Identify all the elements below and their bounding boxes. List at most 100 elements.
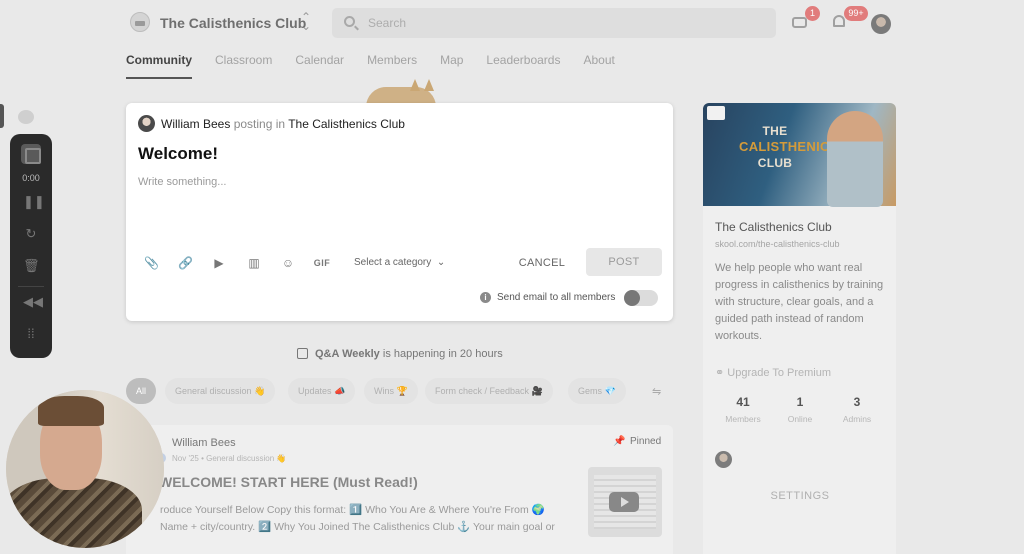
pinned-label: Pinned [630,436,662,447]
target-club: The Calisthenics Club [288,117,405,131]
post-composer: William Bees posting in The Calisthenics… [126,103,673,321]
top-bar: The Calisthenics Club ⌃⌄ 1 99+ [0,0,1024,46]
post-title-input[interactable] [138,144,638,164]
post-meta: Nov '25 • General discussion 👋 [172,454,287,463]
restart-icon[interactable]: ↻ [23,226,39,242]
event-banner[interactable]: Q&A Weekly is happening in 20 hours [315,348,503,360]
toolbar-divider [18,286,44,287]
banner-athlete-image [827,111,883,207]
club-description: We help people who want real progress in… [715,262,884,342]
play-icon [609,492,639,512]
trash-icon[interactable]: 🗑 [23,258,40,274]
webcam-bubble[interactable] [6,390,164,548]
youtube-icon[interactable]: ▶ [212,256,226,270]
banner-title: THE CALISTHENICS CLUB [739,123,839,171]
category-select[interactable]: Select a category ⌄ [354,257,445,268]
info-icon: i [480,292,491,303]
chevron-up-down-icon[interactable]: ⌃ ⌄ [301,11,311,32]
filter-chip-wins[interactable]: Wins 🏆 [364,378,418,404]
cat-ear [410,79,420,91]
video-thumbnail[interactable] [588,467,662,537]
search-input[interactable] [368,8,758,38]
recorder-logo-icon [18,110,34,124]
banner-line: THE [762,124,788,138]
author-name: William Bees [161,117,231,131]
search-icon [344,16,355,27]
pinned-post-card[interactable]: William Bees Nov '25 • General discussio… [126,425,673,554]
tab-members[interactable]: Members [367,53,417,79]
banner-line: CALISTHENICS [739,139,839,154]
author-avatar [138,115,155,132]
recording-timer: 0:00 [22,173,40,183]
emoji-icon[interactable]: ☺ [281,256,295,270]
stat-online[interactable]: 1 Online [772,395,828,424]
chat-badge: 1 [805,6,820,21]
tab-leaderboards[interactable]: Leaderboards [486,53,560,79]
posting-in-text: posting in [233,117,286,131]
post-excerpt: roduce Yourself Below Copy this format: … [160,504,555,533]
post-title[interactable]: WELCOME! START HERE (Must Read!) [159,474,418,490]
club-url[interactable]: skool.com/the-calisthenics-club [715,239,840,249]
club-logo-icon[interactable] [130,12,150,32]
category-select-label: Select a category [354,257,432,268]
club-name[interactable]: The Calisthenics Club [160,15,306,31]
webcam-person-hair [38,396,104,426]
tab-community[interactable]: Community [126,53,192,79]
filter-settings-icon[interactable]: ⇋ [652,385,661,398]
stat-label: Members [725,414,761,424]
send-email-toggle[interactable] [624,290,658,306]
notifications-badge: 99+ [844,6,868,21]
send-email-label: Send email to all members [497,292,616,303]
tab-calendar[interactable]: Calendar [295,53,344,79]
event-time: is happening in 20 hours [382,348,503,360]
attachment-icon[interactable]: 📎 [144,256,159,270]
cat-ear [424,79,434,91]
tab-about[interactable]: About [583,53,614,79]
event-name[interactable]: Q&A Weekly [315,348,380,360]
stat-admins[interactable]: 3 Admins [829,395,885,424]
bell-icon[interactable] [833,15,845,27]
banner-logo-icon [707,106,725,120]
stat-label: Admins [842,414,872,424]
stop-record-button[interactable] [21,144,41,164]
pause-icon[interactable]: ❚❚ [23,194,45,210]
link-icon[interactable]: 🔗 [178,256,193,270]
chat-icon[interactable] [792,17,807,28]
search-box[interactable] [332,8,776,38]
user-avatar[interactable] [871,14,891,34]
stat-value: 3 [853,395,861,409]
collapse-icon[interactable]: ◀◀ [23,294,43,310]
filter-chip-form-check[interactable]: Form check / Feedback 🎥 [425,378,553,404]
stat-value: 41 [736,395,750,409]
member-avatar[interactable] [715,451,732,468]
cancel-button[interactable]: CANCEL [509,249,575,277]
club-banner: THE CALISTHENICS CLUB [703,103,896,207]
pin-icon: 📌 [613,436,626,447]
banner-line: CLUB [757,156,793,170]
post-body-input[interactable] [138,176,638,188]
filter-chip-gems[interactable]: Gems 💎 [568,378,626,404]
filter-chip-updates[interactable]: Updates 📣 [288,378,356,404]
screen-recorder-toolbar: 0:00 ❚❚ ↻ 🗑 ◀◀ ⁞⁞ [10,134,52,358]
grid-icon[interactable]: ⁞⁞ [23,326,39,342]
calendar-icon [297,348,308,359]
club-title: The Calisthenics Club [715,220,832,234]
tab-map[interactable]: Map [440,53,463,79]
settings-button[interactable]: SETTINGS [715,481,885,511]
post-button[interactable]: POST [586,248,662,276]
upgrade-link[interactable]: ⚭ Upgrade To Premium [715,366,831,379]
filter-chip-general[interactable]: General discussion 👋 [165,378,276,404]
gif-icon[interactable]: GIF [312,256,332,270]
tab-classroom[interactable]: Classroom [215,53,272,79]
poll-icon[interactable]: ▥ [247,256,261,270]
upgrade-label: Upgrade To Premium [727,367,832,379]
link-icon: ⚭ [715,367,728,379]
stat-members[interactable]: 41 Members [715,395,771,424]
club-info-card: THE CALISTHENICS CLUB The Calisthenics C… [703,103,896,554]
recorder-edge-tab[interactable] [0,104,4,128]
stat-label: Online [787,414,813,424]
post-author[interactable]: William Bees [172,437,236,449]
stat-value: 1 [796,395,804,409]
club-stats: 41 Members 1 Online 3 Admins [715,395,885,435]
chevron-down-icon: ⌄ [434,257,446,268]
